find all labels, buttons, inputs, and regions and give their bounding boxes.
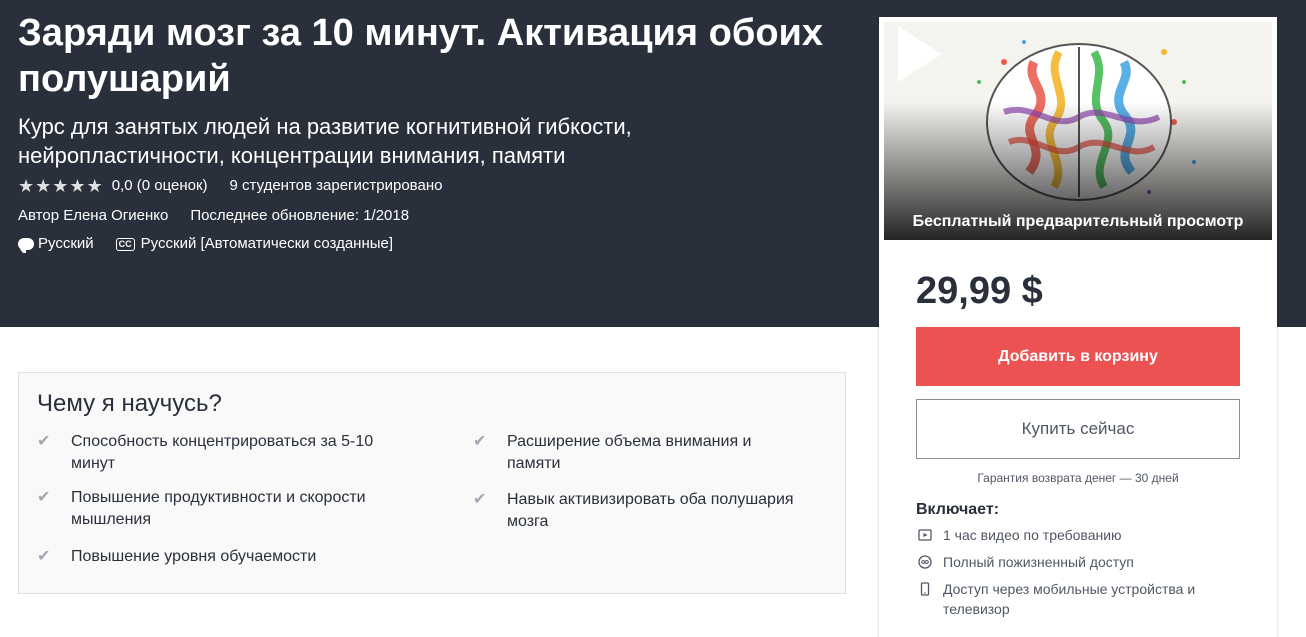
course-captions: Русский [Автоматически созданные] — [140, 235, 394, 252]
check-icon: ✔ — [37, 489, 51, 506]
last-updated: Последнее обновление: 1/2018 — [190, 207, 410, 224]
author-row: Автор Елена Огиенко Последнее обновление… — [18, 206, 409, 226]
includes-item: 1 час видео по требованию — [916, 525, 1236, 545]
star-icon: ★ — [69, 176, 86, 196]
purchase-sidebar: Бесплатный предварительный просмотр 29,9… — [879, 17, 1277, 637]
star-icon: ★ — [18, 176, 35, 196]
check-icon: ✔ — [37, 433, 51, 450]
course-language: Русский — [38, 235, 94, 252]
learn-item: ✔ Способность концентрироваться за 5-10 … — [37, 433, 374, 472]
rating-row: ★ ★ ★ ★ ★ 0,0 (0 оценок) 9 студентов зар… — [18, 176, 442, 196]
what-you-learn-box: Чему я научусь? ✔ Способность концентрир… — [18, 372, 846, 594]
star-icon: ★ — [35, 176, 52, 196]
check-icon: ✔ — [473, 433, 487, 450]
money-back-guarantee: Гарантия возврата денег — 30 дней — [977, 471, 1179, 485]
rating-text: 0,0 (0 оценок) — [111, 177, 208, 194]
closed-captions-icon: CC — [115, 237, 135, 251]
includes-item: Полный пожизненный доступ — [916, 552, 1236, 572]
check-icon: ✔ — [473, 491, 487, 508]
check-icon: ✔ — [37, 548, 51, 565]
free-preview-label: Бесплатный предварительный просмотр — [912, 213, 1244, 230]
infinity-icon — [918, 555, 932, 569]
add-to-cart-button[interactable]: Добавить в корзину — [916, 327, 1240, 386]
students-count: 9 студентов зарегистрировано — [229, 177, 443, 194]
includes-title: Включает: — [916, 501, 1000, 518]
learn-item: ✔ Расширение объема внимания и памяти — [473, 433, 752, 472]
video-icon — [918, 529, 932, 541]
star-icon: ★ — [86, 176, 103, 196]
play-icon[interactable] — [884, 22, 948, 86]
star-icon: ★ — [52, 176, 69, 196]
speech-bubble-icon — [18, 238, 34, 253]
what-you-learn-title: Чему я научусь? — [37, 390, 222, 417]
course-title: Заряди мозг за 10 минут. Активация обоих… — [18, 12, 824, 100]
learn-item: ✔ Повышение продуктивности и скорости мы… — [37, 489, 366, 528]
course-price: 29,99 $ — [916, 270, 1043, 312]
language-row: Русский CC Русский [Автоматически создан… — [18, 234, 393, 254]
learn-item: ✔ Навык активизировать оба полушария моз… — [473, 491, 794, 530]
mobile-icon — [920, 582, 930, 596]
course-preview[interactable]: Бесплатный предварительный просмотр — [884, 22, 1272, 240]
rating-stars: ★ ★ ★ ★ ★ — [18, 177, 104, 195]
includes-item: Доступ через мобильные устройства и теле… — [916, 579, 1236, 619]
buy-now-button[interactable]: Купить сейчас — [916, 399, 1240, 459]
learn-item: ✔ Повышение уровня обучаемости — [37, 546, 401, 568]
course-subtitle: Курс для занятых людей на развитие когни… — [18, 114, 632, 168]
author-link[interactable]: Автор Елена Огиенко — [18, 206, 168, 226]
